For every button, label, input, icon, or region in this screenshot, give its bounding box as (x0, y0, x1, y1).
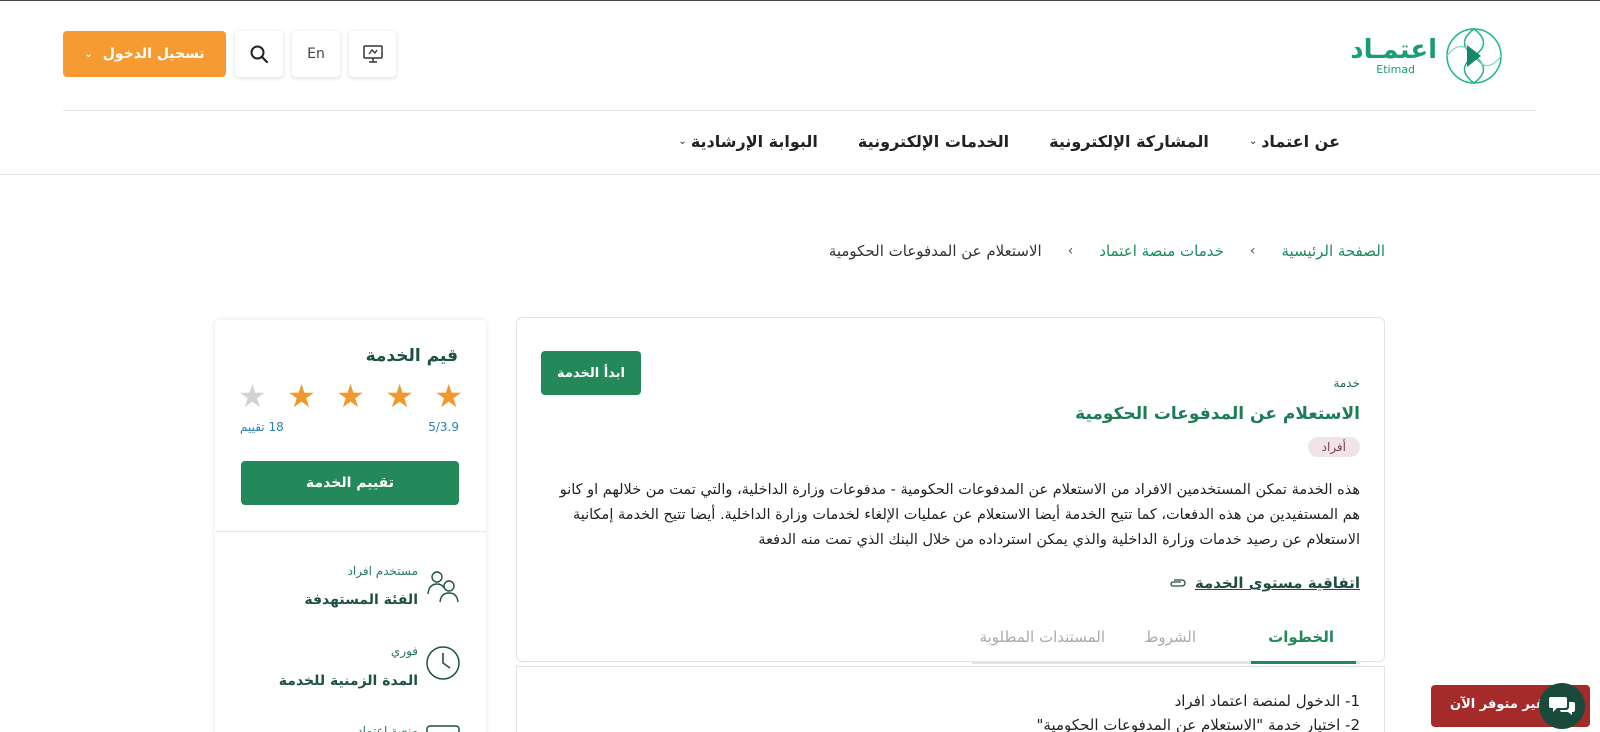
breadcrumb-etimad-services[interactable]: خدمات منصة اعتماد (1099, 242, 1224, 260)
nav-divider (0, 174, 1600, 175)
nav-item-label: البوابة الإرشادية (690, 132, 818, 151)
chevron-down-icon: ⌄ (84, 48, 93, 60)
service-title: الاستعلام عن المدفوعات الحكومية (1075, 404, 1360, 424)
active-tab-indicator (1251, 661, 1356, 664)
star-filled-icon[interactable]: ★ (336, 378, 365, 414)
nav-item-about[interactable]: عن اعتماد ⌄ (1249, 132, 1340, 151)
star-filled-icon[interactable]: ★ (385, 378, 414, 414)
nav-item-label: المشاركة الإلكترونية (1049, 132, 1209, 151)
service-description: هذه الخدمة تمكن المستخدمين الافراد من ال… (559, 482, 1360, 548)
star-empty-icon[interactable]: ★ (238, 378, 267, 414)
target-audience-value: مستخدم افراد (347, 564, 418, 578)
chat-open-button[interactable] (1539, 683, 1585, 729)
tab-required-documents[interactable]: المستندات المطلوبة (980, 628, 1105, 646)
paperclip-icon (1170, 579, 1186, 587)
breadcrumb: الصفحة الرئيسية › خدمات منصة اعتماد › ال… (829, 242, 1385, 260)
tab-steps[interactable]: الخطوات (1268, 628, 1334, 646)
service-tabs: الخطوات الشروط المستندات المطلوبة (972, 624, 1360, 664)
breadcrumb-current: الاستعلام عن المدفوعات الحكومية (828, 242, 1042, 260)
nav-item-guidance-portal[interactable]: البوابة الإرشادية ⌄ (678, 132, 817, 151)
breadcrumb-separator: › (1067, 243, 1074, 259)
chevron-down-icon: ⌄ (1248, 136, 1258, 147)
target-audience-label: الفئة المستهدفة (304, 592, 418, 608)
chat-bubbles-icon (1549, 697, 1575, 715)
logo-mark-icon (1446, 28, 1502, 84)
service-duration-value: فوري (390, 644, 418, 658)
nav-item-label: عن اعتماد (1261, 132, 1340, 151)
logo-arabic: اعتمـاد (1350, 35, 1437, 65)
nav-item-e-services[interactable]: الخدمات الإلكترونية (858, 132, 1009, 151)
tab-conditions[interactable]: الشروط (1144, 628, 1196, 646)
logo-text: اعتمـاد Etimad (1350, 36, 1437, 76)
screen-reader-button[interactable] (349, 31, 396, 77)
logo-english: Etimad (1376, 63, 1416, 76)
rate-service-button[interactable]: تقييم الخدمة (241, 461, 459, 505)
sla-link-row[interactable]: اتفاقية مستوى الخدمة (1169, 574, 1360, 592)
language-toggle-button[interactable]: En (292, 31, 340, 77)
header-divider (63, 110, 1536, 111)
breadcrumb-home[interactable]: الصفحة الرئيسية (1282, 242, 1386, 260)
login-button[interactable]: تسجيل الدخول ⌄ (63, 31, 226, 77)
nav-item-label: الخدمات الإلكترونية (857, 132, 1010, 151)
step-item: 1- الدخول لمنصة اعتماد افراد (1174, 692, 1360, 710)
login-label: تسجيل الدخول (102, 46, 205, 62)
search-button[interactable] (235, 31, 283, 77)
service-channel-value: منصة اعتماد (357, 724, 418, 732)
rating-title: قيم الخدمة (365, 346, 458, 366)
audience-tag: أفراد (1307, 437, 1360, 457)
monitor-icon (362, 45, 383, 63)
clock-icon (426, 646, 460, 680)
users-icon (427, 571, 459, 603)
search-icon (250, 45, 269, 64)
star-filled-icon[interactable]: ★ (287, 378, 316, 414)
chevron-down-icon: ⌄ (678, 136, 687, 147)
site-header: اعتمـاد Etimad En تسجيل الدخول ⌄ (0, 1, 1600, 111)
etimad-logo[interactable]: اعتمـاد Etimad (1350, 25, 1505, 87)
nav-item-e-participation[interactable]: المشاركة الإلكترونية (1049, 132, 1209, 151)
service-duration-label: المدة الزمنية للخدمة (278, 673, 418, 689)
rating-score: 5/3.9 (428, 420, 459, 434)
breadcrumb-separator: › (1249, 243, 1256, 259)
star-rating[interactable]: ★ ★ ★ ★ ★ (238, 378, 463, 414)
main-nav: عن اعتماد ⌄ المشاركة الإلكترونية الخدمات… (678, 132, 1340, 151)
rating-count: 18 تقييم (240, 420, 284, 434)
star-filled-icon[interactable]: ★ (434, 378, 463, 414)
sla-link[interactable]: اتفاقية مستوى الخدمة (1195, 574, 1360, 592)
start-service-button[interactable]: ابدأ الخدمة (541, 351, 641, 395)
chat-status-label: غير متوفر الآن (1450, 697, 1545, 712)
side-divider (215, 531, 486, 532)
step-item: 2- اختيار خدمة "الاستعلام عن المدفوعات ا… (1036, 716, 1360, 732)
service-type-label: خدمة (1333, 376, 1360, 390)
monitor-icon (426, 725, 460, 732)
